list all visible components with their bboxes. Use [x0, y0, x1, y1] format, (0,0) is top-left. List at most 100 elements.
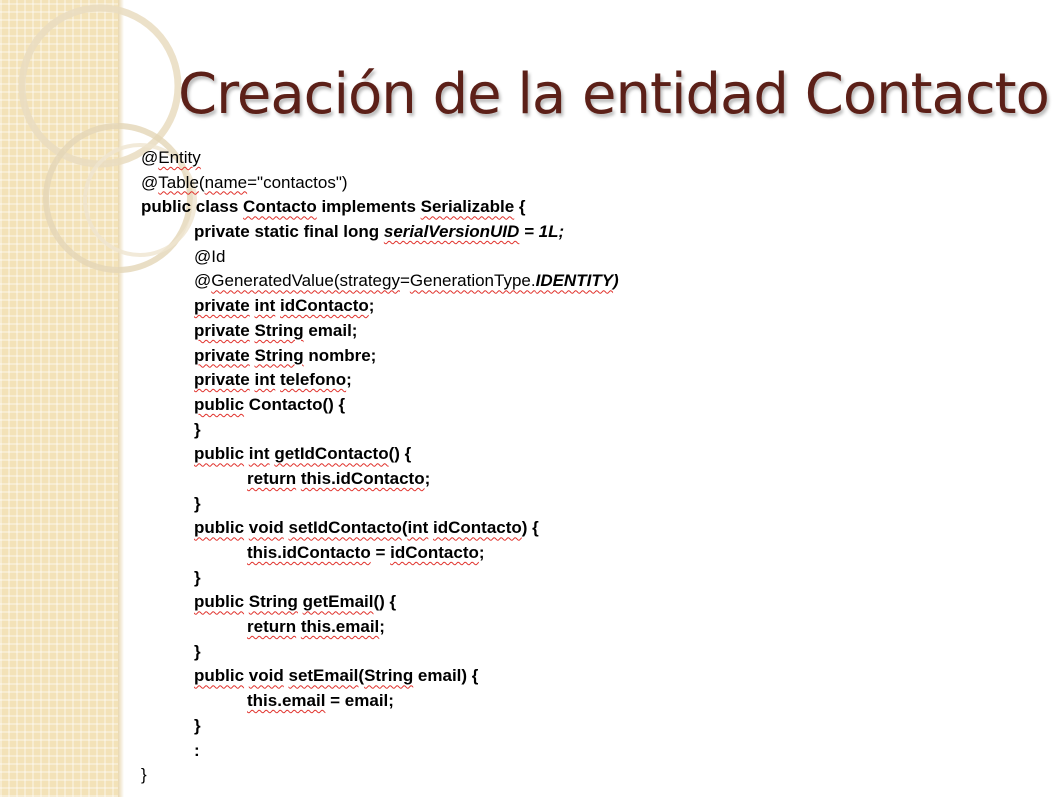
code-text: }: [194, 715, 201, 735]
code-line: }: [141, 566, 619, 591]
code-text: Contacto() {: [244, 394, 346, 414]
code-line: private int idContacto;: [141, 294, 619, 319]
code-text: this.idContacto: [247, 543, 371, 562]
code-text: void: [248, 666, 284, 686]
code-line: private int telefono;: [141, 368, 619, 393]
code-text: serialVersionUID: [383, 222, 520, 242]
code-text: email) {: [413, 666, 479, 686]
code-text: Serializable: [420, 197, 515, 217]
code-line: private String email;: [141, 319, 619, 344]
code-text: IDENTITY: [535, 271, 614, 291]
code-text: =: [399, 271, 410, 291]
code-text: ;: [346, 370, 352, 390]
code-text: ;: [368, 296, 375, 316]
slide: Creación de la entidad Contacto @Entity …: [0, 0, 1061, 797]
code-text: setEmail: [288, 666, 359, 686]
code-text: return: [247, 468, 297, 488]
code-text: Entity: [158, 148, 201, 167]
code-line: :: [141, 739, 619, 764]
code-text: () {: [373, 592, 397, 612]
code-text: Table: [158, 172, 199, 192]
code-line: public void setEmail(String email) {: [141, 664, 619, 689]
code-text: private static final long: [194, 222, 384, 242]
slide-title: Creación de la entidad Contacto: [178, 62, 1050, 127]
code-line: this.idContacto = idContacto;: [141, 541, 619, 566]
code-text: String: [364, 666, 414, 686]
code-text: }: [194, 419, 201, 439]
code-text: ="contactos"): [247, 172, 348, 192]
code-text: = email;: [325, 691, 394, 711]
code-text: ;: [424, 468, 431, 488]
code-text: Contacto: [243, 197, 317, 217]
code-text: idContacto: [390, 543, 479, 562]
code-text: public: [194, 592, 245, 612]
code-text: getIdContacto: [274, 444, 389, 464]
code-text: =: [370, 543, 391, 562]
code-text: private: [194, 296, 250, 316]
code-text: }: [194, 567, 201, 587]
code-text: setIdContacto: [288, 518, 402, 538]
code-line: return this.idContacto;: [141, 467, 619, 492]
code-text: String: [248, 592, 298, 612]
code-text: name: [204, 172, 248, 192]
code-text: idContacto: [280, 296, 369, 316]
code-text: private: [194, 320, 250, 340]
code-text: :: [194, 740, 200, 760]
code-text: int: [254, 296, 276, 316]
code-line: public String getEmail() {: [141, 590, 619, 615]
code-text: String: [254, 320, 304, 340]
code-text: int: [248, 444, 270, 464]
code-text: public: [194, 444, 245, 464]
code-text: private: [194, 345, 250, 365]
code-text: {: [514, 197, 526, 217]
code-text: public: [194, 518, 245, 538]
code-text: @: [141, 172, 159, 192]
code-text: telefono: [280, 370, 347, 390]
code-text: nombre;: [303, 345, 377, 365]
code-text: private: [194, 370, 250, 390]
code-text: GenerationType.: [409, 271, 536, 291]
code-text: = 1L;: [519, 222, 565, 242]
code-text: GeneratedValue(strategy: [211, 271, 400, 291]
code-text: public: [194, 394, 245, 414]
code-text: email;: [303, 320, 358, 340]
code-text: ) {: [521, 518, 539, 538]
code-text: int: [407, 518, 429, 538]
code-line: private String nombre;: [141, 344, 619, 369]
code-text: this.email: [247, 691, 326, 711]
code-line: public class Contacto implements Seriali…: [141, 195, 619, 220]
code-line: return this.email;: [141, 615, 619, 640]
code-text: @: [194, 271, 212, 291]
code-line: @GeneratedValue(strategy=GenerationType.…: [141, 269, 619, 294]
code-block: @Entity @Table(name="contactos") public …: [141, 146, 619, 788]
code-text: return: [247, 617, 297, 637]
code-text: ;: [478, 543, 485, 562]
code-text: void: [248, 518, 284, 538]
code-line: }: [141, 418, 619, 443]
code-text: this.email: [300, 617, 380, 637]
code-line: this.email = email;: [141, 689, 619, 714]
code-text: ): [613, 271, 619, 291]
code-line: private static final long serialVersionU…: [141, 220, 619, 245]
code-line: }: [141, 492, 619, 517]
code-text: String: [254, 345, 304, 365]
decor-circle-large: [18, 4, 182, 168]
code-text: int: [254, 370, 276, 390]
code-text: ;: [379, 617, 385, 637]
code-text: @Id: [194, 246, 226, 266]
code-line: public int getIdContacto() {: [141, 442, 619, 467]
code-line: @Id: [141, 245, 619, 270]
code-line: @Entity: [141, 146, 619, 171]
code-text: implements: [316, 197, 421, 217]
code-text: idContacto: [433, 518, 522, 538]
code-line: public Contacto() {: [141, 393, 619, 418]
code-text: @: [141, 148, 159, 167]
code-line: }: [141, 640, 619, 665]
code-text: }: [194, 641, 201, 661]
code-text: }: [194, 493, 201, 513]
code-text: }: [141, 765, 147, 785]
code-line: }: [141, 763, 619, 788]
code-text: public class: [141, 197, 244, 217]
code-line: @Table(name="contactos"): [141, 171, 619, 196]
code-line: }: [141, 714, 619, 739]
